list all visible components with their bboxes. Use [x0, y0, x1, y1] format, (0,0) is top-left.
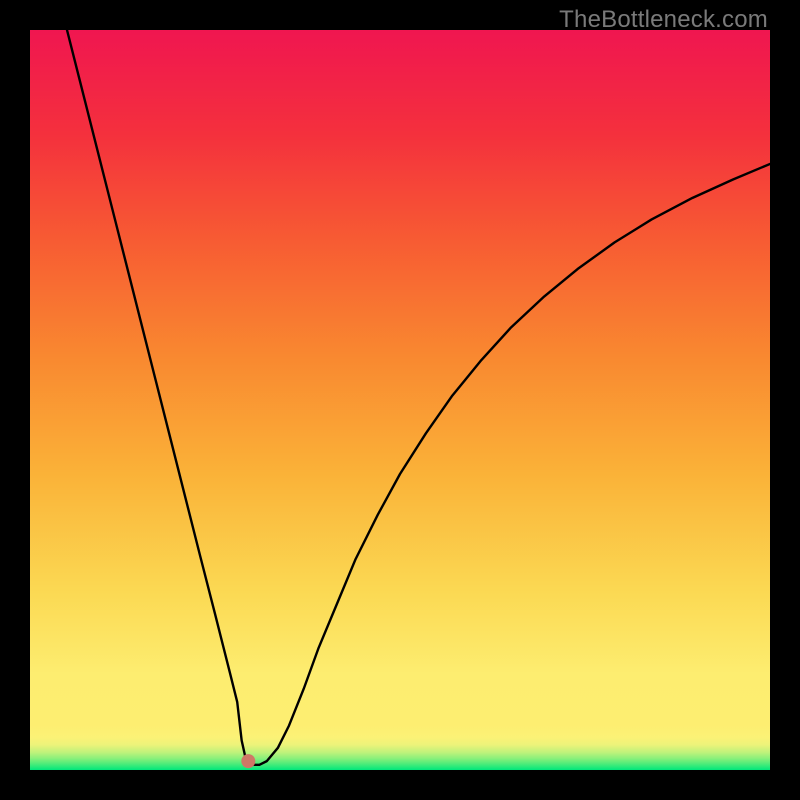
- marker-dot: [241, 754, 255, 768]
- chart-plot: [30, 30, 770, 770]
- chart-background: [30, 30, 770, 770]
- chart-frame: [30, 30, 770, 770]
- watermark-label: TheBottleneck.com: [559, 6, 768, 34]
